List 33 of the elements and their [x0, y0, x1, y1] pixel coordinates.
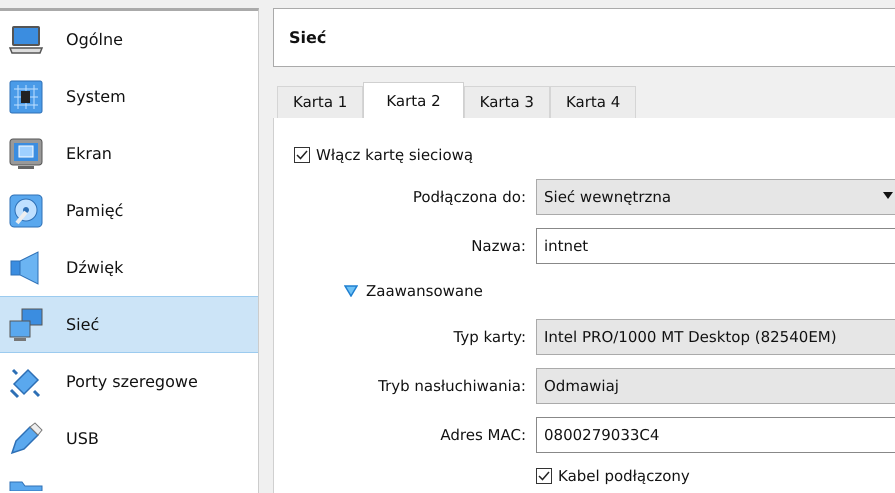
- input-field[interactable]: 0800279033C4: [536, 416, 895, 452]
- monitor-icon: [8, 136, 44, 172]
- input-field[interactable]: intnet: [536, 228, 895, 264]
- sidebar-item[interactable]: Sieć: [0, 296, 258, 353]
- field-label: Adres MAC:: [439, 426, 526, 444]
- tab[interactable]: Karta 4: [550, 86, 636, 118]
- page-title: Sieć: [289, 28, 326, 47]
- field-label: Tryb nasłuchiwania:: [377, 376, 526, 394]
- section-label: Zaawansowane: [366, 282, 483, 300]
- checkbox-label: Włącz kartę sieciową: [316, 146, 474, 164]
- tab[interactable]: Karta 3: [464, 86, 550, 118]
- tab[interactable]: Karta 1: [277, 86, 364, 118]
- checkbox[interactable]: [536, 468, 552, 484]
- sidebar-item[interactable]: Porty szeregowe: [0, 353, 258, 410]
- sidebar-item[interactable]: Ekran: [0, 125, 258, 182]
- sidebar-item[interactable]: Pamięć: [0, 182, 258, 239]
- chip-icon: [8, 78, 44, 114]
- checkbox[interactable]: [294, 147, 310, 163]
- dropdown[interactable]: Sieć wewnętrzna: [536, 178, 895, 214]
- computers-icon: [8, 306, 44, 342]
- expand-triangle-icon[interactable]: [344, 285, 358, 297]
- dropdown-arrow-icon: [883, 192, 893, 198]
- sidebar-item[interactable]: Dźwięk: [0, 239, 258, 296]
- field-label: Nazwa:: [470, 236, 526, 254]
- sidebar-item[interactable]: System: [0, 68, 258, 125]
- checkbox-label: Kabel podłączony: [558, 467, 690, 485]
- sidebar-item[interactable]: USB: [0, 410, 258, 467]
- field-label: Typ karty:: [452, 328, 526, 346]
- usb-plug-icon: [8, 420, 44, 456]
- field-label: Podłączona do:: [412, 188, 526, 206]
- folder-icon: [8, 481, 44, 491]
- sidebar-item[interactable]: Ogólne: [0, 11, 258, 68]
- tab[interactable]: Karta 2: [363, 82, 464, 118]
